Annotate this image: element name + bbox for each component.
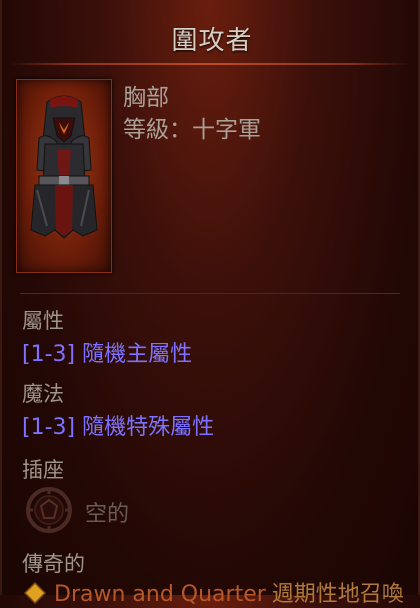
item-name: 圍攻者 xyxy=(171,26,253,56)
item-slot-type: 胸部 xyxy=(123,85,169,111)
sockets-heading: 插座 xyxy=(22,458,64,482)
item-tooltip: 圍攻者 胸部 等級：十字軍 屬性 [1-3] 隨機主屬性 魔法 [1-3] 隨機… xyxy=(0,0,420,607)
primary-affix: [1-3] 隨機主屬性 xyxy=(22,342,193,367)
title-divider xyxy=(10,63,410,65)
legendary-power-icon xyxy=(24,582,46,604)
attributes-heading: 屬性 xyxy=(22,309,64,333)
magic-heading: 魔法 xyxy=(22,382,64,406)
socket-empty-label: 空的 xyxy=(85,502,130,527)
chest-armor-icon xyxy=(30,95,98,239)
empty-socket-icon xyxy=(26,487,72,533)
section-divider xyxy=(20,293,400,294)
legendary-heading: 傳奇的 xyxy=(22,552,85,576)
item-portrait xyxy=(16,79,112,273)
class-requirement: 等級：十字軍 xyxy=(123,117,261,143)
legendary-power: Drawn and Quarter 週期性地召喚 xyxy=(24,576,404,608)
magic-affix: [1-3] 隨機特殊屬性 xyxy=(22,415,215,440)
